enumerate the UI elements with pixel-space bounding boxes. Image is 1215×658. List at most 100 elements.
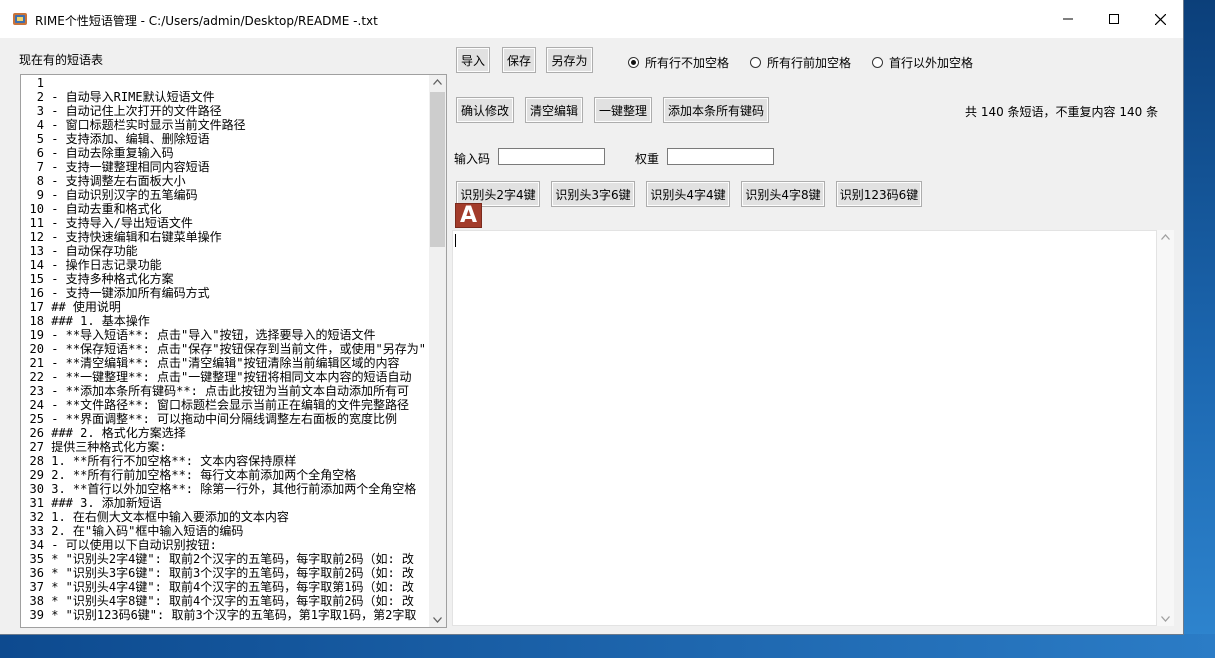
minimize-button[interactable]	[1045, 0, 1091, 38]
phrase-line[interactable]: 34 - 可以使用以下自动识别按钮:	[21, 538, 428, 552]
import-button[interactable]: 导入	[456, 47, 490, 73]
save-as-button[interactable]: 另存为	[546, 47, 593, 73]
phrase-line[interactable]: 31 ### 3. 添加新短语	[21, 496, 428, 510]
phrase-list-lines[interactable]: 1 2 - 自动导入RIME默认短语文件 3 - 自动记住上次打开的文件路径 4 -…	[21, 76, 428, 622]
line-text: - **清空编辑**: 点击"清空编辑"按钮清除当前编辑区域的内容	[51, 356, 400, 370]
text-caret	[455, 234, 456, 247]
phrase-line[interactable]: 26 ### 2. 格式化方案选择	[21, 426, 428, 440]
phrase-line[interactable]: 24 - **文件路径**: 窗口标题栏会显示当前正在编辑的文件完整路径	[21, 398, 428, 412]
line-text: - **一键整理**: 点击"一键整理"按钮将相同文本内容的短语自动	[51, 370, 412, 384]
line-text: * "识别头2字4键": 取前2个汉字的五笔码，每字取前2码（如: 改	[51, 552, 414, 566]
phrase-line[interactable]: 2 - 自动导入RIME默认短语文件	[21, 90, 428, 104]
line-number: 13	[29, 244, 44, 258]
phrase-list-scrollbar[interactable]	[429, 75, 446, 627]
phrase-line[interactable]: 9 - 自动识别汉字的五笔编码	[21, 188, 428, 202]
desktop-background	[1183, 0, 1215, 658]
scroll-up-icon[interactable]	[1161, 234, 1170, 240]
phrase-line[interactable]: 37 * "识别头4字4键": 取前4个汉字的五笔码，每字取第1码（如: 改	[21, 580, 428, 594]
phrase-line[interactable]: 10 - 自动去重和格式化	[21, 202, 428, 216]
phrase-line[interactable]: 5 - 支持添加、编辑、删除短语	[21, 132, 428, 146]
line-number: 27	[29, 440, 44, 454]
maximize-icon	[1109, 14, 1119, 24]
phrase-line[interactable]: 25 - **界面调整**: 可以拖动中间分隔线调整左右面板的宽度比例	[21, 412, 428, 426]
weight-input[interactable]	[667, 148, 774, 165]
radio-all-lines-space-dot[interactable]	[750, 57, 761, 68]
line-number: 24	[29, 398, 44, 412]
phrase-line[interactable]: 30 3. **首行以外加空格**: 除第一行外，其他行前添加两个全角空格	[21, 482, 428, 496]
line-text: - **导入短语**: 点击"导入"按钮，选择要导入的短语文件	[51, 328, 376, 342]
recognize-3-6-button[interactable]: 识别头3字6键	[551, 181, 635, 207]
radio-except-first-space-dot[interactable]	[872, 57, 883, 68]
maximize-button[interactable]	[1091, 0, 1137, 38]
phrase-line[interactable]: 36 * "识别头3字6键": 取前3个汉字的五笔码，每字取前2码（如: 改	[21, 566, 428, 580]
recognize-123-6-button[interactable]: 识别123码6键	[836, 181, 922, 207]
content-scrollbar[interactable]	[1157, 230, 1174, 626]
phrase-line[interactable]: 29 2. **所有行前加空格**: 每行文本前添加两个全角空格	[21, 468, 428, 482]
phrase-line[interactable]: 12 - 支持快速编辑和右键菜单操作	[21, 230, 428, 244]
phrase-line[interactable]: 23 - **添加本条所有键码**: 点击此按钮为当前文本自动添加所有可	[21, 384, 428, 398]
scroll-thumb[interactable]	[430, 92, 445, 247]
phrase-line[interactable]: 33 2. 在"输入码"框中输入短语的编码	[21, 524, 428, 538]
phrase-line[interactable]: 14 - 操作日志记录功能	[21, 258, 428, 272]
phrase-line[interactable]: 22 - **一键整理**: 点击"一键整理"按钮将相同文本内容的短语自动	[21, 370, 428, 384]
radio-except-first-space[interactable]: 首行以外加空格	[872, 54, 973, 71]
phrase-line[interactable]: 6 - 自动去除重复输入码	[21, 146, 428, 160]
phrase-list-editor[interactable]: 1 2 - 自动导入RIME默认短语文件 3 - 自动记住上次打开的文件路径 4 -…	[20, 74, 447, 628]
phrase-line[interactable]: 7 - 支持一键整理相同内容短语	[21, 160, 428, 174]
line-text: - 支持一键整理相同内容短语	[51, 160, 210, 174]
phrase-line[interactable]: 35 * "识别头2字4键": 取前2个汉字的五笔码，每字取前2码（如: 改	[21, 552, 428, 566]
phrase-line[interactable]: 20 - **保存短语**: 点击"保存"按钮保存到当前文件，或使用"另存为"	[21, 342, 428, 356]
add-all-codes-button[interactable]: 添加本条所有键码	[663, 97, 769, 123]
ime-logo-icon: A	[455, 203, 482, 228]
phrase-line[interactable]: 38 * "识别头4字8键": 取前4个汉字的五笔码，每字取前2码（如: 改	[21, 594, 428, 608]
phrase-line[interactable]: 3 - 自动记住上次打开的文件路径	[21, 104, 428, 118]
line-number: 1	[36, 76, 44, 90]
line-number: 9	[36, 188, 44, 202]
line-number: 20	[29, 342, 44, 356]
line-number: 22	[29, 370, 44, 384]
scroll-down-icon[interactable]	[433, 617, 442, 623]
phrase-line[interactable]: 27 提供三种格式化方案:	[21, 440, 428, 454]
save-button[interactable]: 保存	[502, 47, 536, 73]
recognize-4-4-button[interactable]: 识别头4字4键	[646, 181, 730, 207]
radio-no-space-dot[interactable]	[628, 57, 639, 68]
phrase-content-editor[interactable]	[452, 230, 1157, 626]
weight-label: 权重	[635, 152, 660, 166]
confirm-edit-button[interactable]: 确认修改	[456, 97, 514, 123]
line-text: - **添加本条所有键码**: 点击此按钮为当前文本自动添加所有可	[51, 384, 410, 398]
recognize-4-8-button[interactable]: 识别头4字8键	[741, 181, 825, 207]
phrase-line[interactable]: 32 1. 在右侧大文本框中输入要添加的文本内容	[21, 510, 428, 524]
line-text: ### 3. 添加新短语	[51, 496, 162, 510]
window-title: RIME个性短语管理 - C:/Users/admin/Desktop/READ…	[35, 14, 378, 28]
phrase-line[interactable]: 16 - 支持一键添加所有编码方式	[21, 286, 428, 300]
phrase-line[interactable]: 11 - 支持导入/导出短语文件	[21, 216, 428, 230]
clear-edit-button[interactable]: 清空编辑	[525, 97, 583, 123]
phrase-line[interactable]: 39 * "识别123码6键": 取前3个汉字的五笔码，第1字取1码，第2字取	[21, 608, 428, 622]
minimize-icon	[1063, 18, 1073, 20]
scroll-down-icon[interactable]	[1161, 616, 1170, 622]
line-number: 5	[36, 132, 44, 146]
phrase-line[interactable]: 21 - **清空编辑**: 点击"清空编辑"按钮清除当前编辑区域的内容	[21, 356, 428, 370]
radio-no-space[interactable]: 所有行不加空格	[628, 54, 729, 71]
scroll-up-icon[interactable]	[433, 79, 442, 85]
line-text: - **保存短语**: 点击"保存"按钮保存到当前文件，或使用"另存为"	[51, 342, 426, 356]
line-number: 10	[29, 202, 44, 216]
organize-button[interactable]: 一键整理	[594, 97, 652, 123]
title-bar[interactable]: RIME个性短语管理 - C:/Users/admin/Desktop/READ…	[0, 0, 1183, 38]
phrase-line[interactable]: 13 - 自动保存功能	[21, 244, 428, 258]
phrase-line[interactable]: 28 1. **所有行不加空格**: 文本内容保持原样	[21, 454, 428, 468]
line-text: * "识别头4字8键": 取前4个汉字的五笔码，每字取前2码（如: 改	[51, 594, 414, 608]
line-text: 1. 在右侧大文本框中输入要添加的文本内容	[51, 510, 289, 524]
phrase-line[interactable]: 15 - 支持多种格式化方案	[21, 272, 428, 286]
code-input[interactable]	[498, 148, 605, 165]
phrase-line[interactable]: 4 - 窗口标题栏实时显示当前文件路径	[21, 118, 428, 132]
phrase-line[interactable]: 18 ### 1. 基本操作	[21, 314, 428, 328]
phrase-line[interactable]: 1	[21, 76, 428, 90]
phrase-line[interactable]: 17 ## 使用说明	[21, 300, 428, 314]
close-button[interactable]	[1137, 0, 1183, 38]
phrase-line[interactable]: 19 - **导入短语**: 点击"导入"按钮，选择要导入的短语文件	[21, 328, 428, 342]
phrase-line[interactable]: 8 - 支持调整左右面板大小	[21, 174, 428, 188]
radio-all-lines-space[interactable]: 所有行前加空格	[750, 54, 851, 71]
line-number: 3	[36, 104, 44, 118]
line-number: 7	[36, 160, 44, 174]
